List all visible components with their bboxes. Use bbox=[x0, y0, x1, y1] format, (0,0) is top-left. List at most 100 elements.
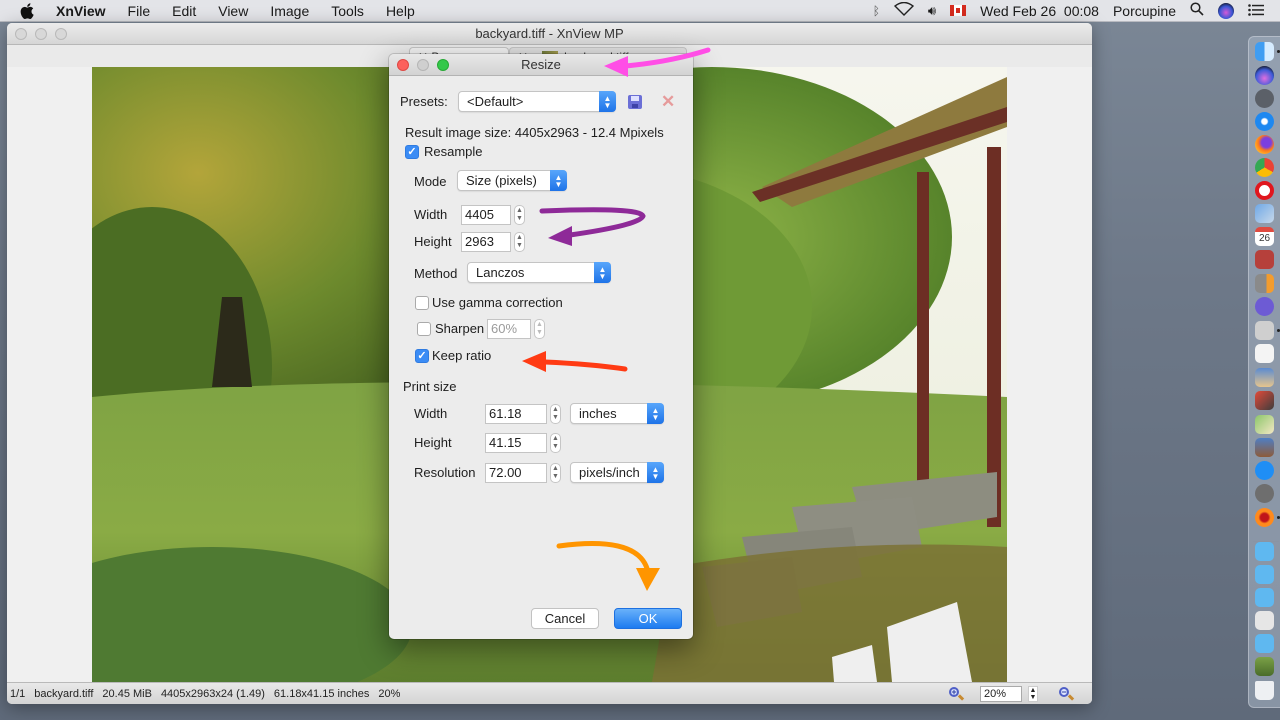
print-height-stepper[interactable]: ▲ ▼ bbox=[550, 433, 561, 453]
presets-select[interactable]: <Default> ▲ ▼ bbox=[458, 91, 616, 112]
dock-folder-icon[interactable] bbox=[1255, 634, 1274, 653]
print-width-input[interactable]: 61.18 bbox=[485, 404, 547, 424]
dock-finder-icon[interactable] bbox=[1255, 42, 1274, 61]
height-input[interactable]: 2963 bbox=[461, 232, 511, 252]
menu-edit[interactable]: Edit bbox=[172, 3, 196, 19]
resolution-input[interactable]: 72.00 bbox=[485, 463, 547, 483]
resolution-unit-select[interactable]: pixels/inch ▲ ▼ bbox=[570, 462, 664, 483]
dock-document-icon[interactable] bbox=[1255, 611, 1274, 630]
resample-label: Resample bbox=[424, 144, 483, 159]
bluetooth-icon[interactable]: ᛒ bbox=[873, 4, 880, 18]
dock-xnview-icon[interactable] bbox=[1255, 508, 1274, 527]
window-close-button[interactable] bbox=[15, 27, 27, 40]
presets-label: Presets: bbox=[400, 94, 448, 109]
status-filesize: 20.45 MiB bbox=[102, 687, 152, 700]
print-width-stepper[interactable]: ▲ ▼ bbox=[550, 404, 561, 424]
menu-file[interactable]: File bbox=[128, 3, 151, 19]
status-zoom: 20% bbox=[378, 687, 401, 700]
zoom-in-icon[interactable]: + bbox=[948, 686, 965, 702]
chevron-updown-icon: ▲ ▼ bbox=[647, 403, 664, 424]
dock-maps-icon[interactable] bbox=[1255, 415, 1274, 434]
dock-dictionary-icon[interactable] bbox=[1255, 250, 1274, 269]
dock-chrome-icon[interactable] bbox=[1255, 158, 1274, 177]
width-input[interactable]: 4405 bbox=[461, 205, 511, 225]
notification-center-icon[interactable] bbox=[1248, 3, 1264, 19]
canada-flag-icon[interactable] bbox=[950, 5, 967, 16]
dock-firefox-icon[interactable] bbox=[1255, 135, 1274, 154]
dock-siri-icon[interactable] bbox=[1255, 66, 1274, 85]
dock-photo-viewer-icon[interactable] bbox=[1255, 368, 1274, 387]
dock-textedit-icon[interactable] bbox=[1255, 344, 1274, 363]
siri-icon[interactable] bbox=[1218, 2, 1234, 19]
print-height-input[interactable]: 41.15 bbox=[485, 433, 547, 453]
wifi-icon[interactable] bbox=[893, 1, 914, 19]
chevron-updown-icon: ▲ ▼ bbox=[594, 262, 611, 283]
resolution-stepper[interactable]: ▲ ▼ bbox=[550, 463, 561, 483]
dock-opera-icon[interactable] bbox=[1255, 181, 1274, 200]
dock-bbedit-icon[interactable] bbox=[1255, 297, 1274, 316]
dock-folder-icon[interactable] bbox=[1255, 588, 1274, 607]
zoom-stepper[interactable]: ▲ ▼ bbox=[1028, 685, 1038, 702]
dock-calculator-icon[interactable] bbox=[1255, 274, 1274, 293]
status-filename: backyard.tiff bbox=[34, 687, 94, 700]
sharpen-stepper[interactable]: ▲ ▼ bbox=[534, 319, 545, 339]
method-label: Method bbox=[414, 266, 458, 281]
dock-folder-icon[interactable] bbox=[1255, 542, 1274, 561]
dock-utility-icon[interactable] bbox=[1255, 321, 1274, 340]
status-dimensions: 4405x2963x24 (1.49) bbox=[160, 687, 265, 700]
resample-checkbox[interactable]: ✓ bbox=[405, 145, 419, 159]
menu-image[interactable]: Image bbox=[270, 3, 309, 19]
delete-preset-icon[interactable]: ✕ bbox=[661, 93, 675, 110]
gamma-correction-checkbox[interactable] bbox=[415, 296, 429, 310]
height-stepper[interactable]: ▲ ▼ bbox=[514, 232, 525, 252]
dock-launchpad-icon[interactable] bbox=[1255, 89, 1274, 108]
ok-button[interactable]: OK bbox=[614, 608, 682, 629]
dock-calendar-icon[interactable]: 26 bbox=[1255, 227, 1274, 246]
save-preset-icon[interactable] bbox=[628, 95, 642, 109]
print-height-label: Height bbox=[414, 435, 452, 450]
user-name[interactable]: Porcupine bbox=[1113, 3, 1176, 19]
menu-view[interactable]: View bbox=[218, 3, 248, 19]
dock-photos-icon[interactable] bbox=[1255, 438, 1274, 457]
window-minimize-button[interactable] bbox=[35, 27, 47, 40]
zoom-out-icon[interactable]: − bbox=[1058, 686, 1075, 702]
menu-app-name[interactable]: XnView bbox=[56, 3, 106, 19]
window-zoom-button[interactable] bbox=[55, 27, 67, 40]
dock: 26 bbox=[1248, 36, 1280, 708]
menu-bar: XnView File Edit View Image Tools Help ᛒ… bbox=[0, 0, 1280, 22]
menu-tools[interactable]: Tools bbox=[331, 3, 364, 19]
sharpen-checkbox[interactable] bbox=[417, 322, 431, 336]
cancel-button[interactable]: Cancel bbox=[531, 608, 599, 629]
window-titlebar[interactable]: backyard.tiff - XnView MP bbox=[7, 23, 1092, 45]
dock-image-icon[interactable] bbox=[1255, 657, 1274, 676]
dialog-titlebar[interactable]: Resize bbox=[389, 54, 693, 76]
window-title: backyard.tiff - XnView MP bbox=[475, 26, 624, 41]
volume-icon[interactable]: 🔊︎ bbox=[928, 3, 936, 19]
menu-help[interactable]: Help bbox=[386, 3, 415, 19]
dock-mail-icon[interactable] bbox=[1255, 204, 1274, 223]
print-width-label: Width bbox=[414, 406, 448, 421]
result-size-text: Result image size: 4405x2963 - 12.4 Mpix… bbox=[405, 125, 664, 140]
chevron-updown-icon: ▲ ▼ bbox=[647, 462, 664, 483]
spotlight-search-icon[interactable] bbox=[1190, 2, 1204, 19]
dock-app-store-icon[interactable] bbox=[1255, 461, 1274, 480]
dock-image-capture-icon[interactable] bbox=[1255, 391, 1274, 410]
mode-select[interactable]: Size (pixels) ▲ ▼ bbox=[457, 170, 567, 191]
height-label: Height bbox=[414, 234, 452, 249]
apple-menu-icon[interactable] bbox=[20, 2, 38, 19]
print-size-section-label: Print size bbox=[403, 379, 457, 394]
dialog-minimize-button[interactable] bbox=[417, 58, 429, 71]
sharpen-input[interactable]: 60% bbox=[487, 319, 531, 339]
width-stepper[interactable]: ▲ ▼ bbox=[514, 205, 525, 225]
dock-system-preferences-icon[interactable] bbox=[1255, 484, 1274, 503]
dock-folder-icon[interactable] bbox=[1255, 565, 1274, 584]
method-select[interactable]: Lanczos ▲ ▼ bbox=[467, 262, 611, 283]
clock[interactable]: Wed Feb 26 00:08 bbox=[980, 3, 1099, 19]
dialog-close-button[interactable] bbox=[397, 58, 409, 71]
keep-ratio-checkbox[interactable]: ✓ bbox=[415, 349, 429, 363]
print-unit-select[interactable]: inches ▲ ▼ bbox=[570, 403, 664, 424]
dock-trash-icon[interactable] bbox=[1255, 681, 1274, 700]
zoom-level-input[interactable]: 20% bbox=[980, 685, 1022, 702]
dialog-zoom-button[interactable] bbox=[437, 58, 449, 71]
dock-safari-icon[interactable] bbox=[1255, 112, 1274, 131]
